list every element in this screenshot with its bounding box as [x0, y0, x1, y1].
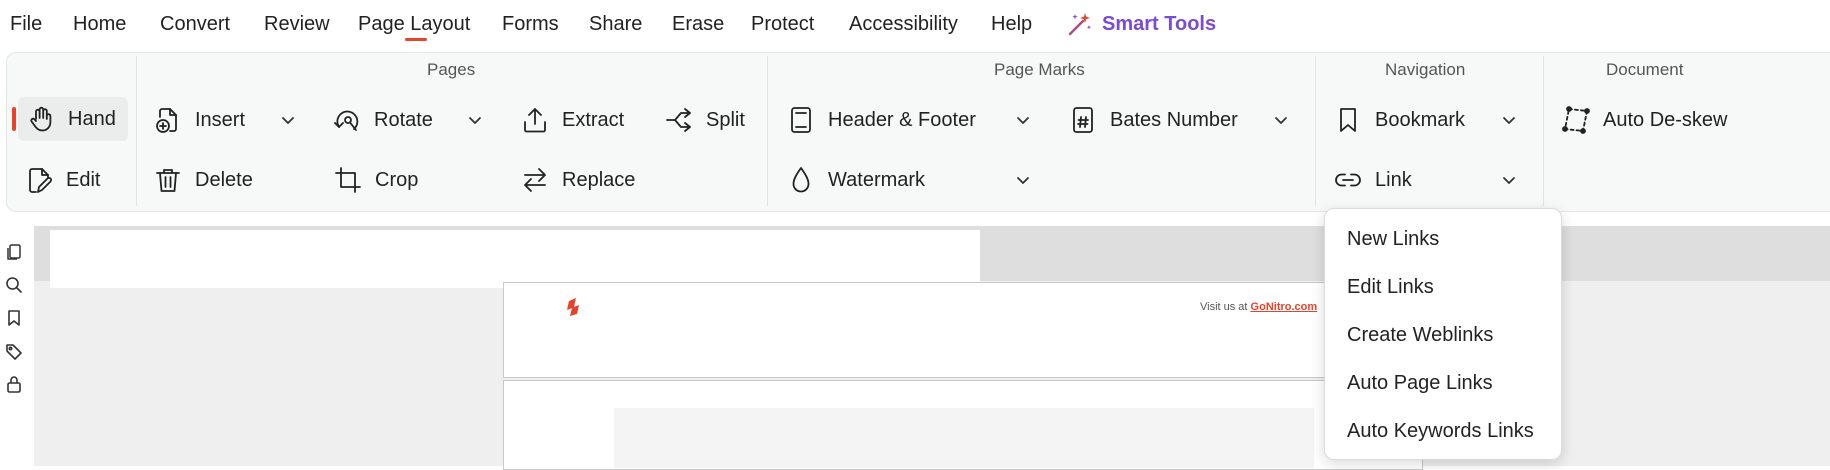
extract-label: Extract [562, 108, 625, 131]
bookmark-panel-icon[interactable] [4, 308, 24, 328]
insert-label: Insert [195, 108, 246, 131]
crop-button[interactable]: Crop [333, 158, 418, 202]
menu-smart-tools[interactable]: Smart Tools [1102, 12, 1216, 36]
menu-erase[interactable]: Erase [672, 12, 724, 36]
hand-icon [26, 104, 56, 134]
edit-label: Edit [66, 168, 101, 191]
delete-button[interactable]: Delete [153, 158, 253, 202]
group-title-navigation: Navigation [1385, 60, 1466, 79]
edit-button[interactable]: Edit [24, 158, 100, 202]
replace-label: Replace [562, 168, 636, 191]
link-button[interactable]: Link [1333, 158, 1412, 202]
bates-number-button[interactable]: Bates Number [1068, 98, 1238, 142]
menu-bar: File Home Convert Review Page Layout For… [0, 0, 1830, 48]
auto-deskew-label: Auto De-skew [1603, 108, 1728, 131]
group-title-document: Document [1606, 60, 1684, 79]
header-footer-chevron-down-icon[interactable] [1015, 112, 1031, 128]
magic-wand-icon [1066, 10, 1094, 38]
divider [767, 56, 768, 206]
website-link[interactable]: GoNitro.com [1251, 301, 1318, 313]
insert-chevron-down-icon[interactable] [280, 112, 296, 128]
menu-convert[interactable]: Convert [160, 12, 230, 36]
menu-forms[interactable]: Forms [502, 12, 559, 36]
visit-us-label: Visit us at [1200, 301, 1251, 313]
menu-review[interactable]: Review [264, 12, 330, 36]
lock-icon[interactable] [4, 374, 24, 394]
link-label: Link [1375, 168, 1412, 191]
crop-icon [333, 165, 363, 195]
active-tool-indicator [12, 107, 16, 131]
rotate-label: Rotate [374, 108, 433, 131]
delete-label: Delete [195, 168, 253, 191]
split-button[interactable]: Split [664, 98, 745, 142]
menu-file[interactable]: File [10, 12, 42, 36]
header-footer-button[interactable]: Header & Footer [786, 98, 976, 142]
group-title-page-marks: Page Marks [994, 60, 1085, 79]
active-menu-indicator [405, 38, 427, 41]
bates-number-icon [1068, 105, 1098, 135]
header-footer-label: Header & Footer [828, 108, 976, 131]
menu-item-auto-page-links[interactable]: Auto Page Links [1347, 369, 1493, 397]
nitro-logo-icon [563, 295, 585, 317]
tag-icon[interactable] [4, 341, 24, 361]
replace-button[interactable]: Replace [520, 158, 635, 202]
divider [136, 56, 137, 206]
deskew-icon [1561, 105, 1591, 135]
bates-number-label: Bates Number [1110, 108, 1238, 131]
document-page [503, 282, 1423, 378]
extract-icon [520, 105, 550, 135]
bookmark-label: Bookmark [1375, 108, 1466, 131]
menu-help[interactable]: Help [991, 12, 1032, 36]
split-icon [664, 105, 694, 135]
bookmark-icon [1333, 105, 1363, 135]
split-label: Split [706, 108, 745, 131]
hand-button[interactable]: Hand [18, 97, 128, 141]
auto-deskew-button[interactable]: Auto De-skew [1561, 98, 1728, 142]
hand-label: Hand [68, 107, 116, 130]
link-icon [1333, 165, 1363, 195]
crop-label: Crop [375, 168, 419, 191]
rotate-button[interactable]: Rotate [332, 98, 433, 142]
bookmark-button[interactable]: Bookmark [1333, 98, 1465, 142]
rotate-icon [332, 105, 362, 135]
bates-number-chevron-down-icon[interactable] [1273, 112, 1289, 128]
visit-us-text: Visit us at GoNitro.com [1200, 301, 1317, 313]
menu-protect[interactable]: Protect [751, 12, 814, 36]
trash-icon [153, 165, 183, 195]
search-icon[interactable] [4, 275, 24, 295]
menu-home[interactable]: Home [73, 12, 126, 36]
divider [1543, 56, 1544, 206]
extract-button[interactable]: Extract [520, 98, 624, 142]
menu-item-auto-keywords-links[interactable]: Auto Keywords Links [1347, 417, 1534, 445]
watermark-chevron-down-icon[interactable] [1015, 172, 1031, 188]
group-title-pages: Pages [427, 60, 476, 79]
link-chevron-down-icon[interactable] [1501, 172, 1517, 188]
insert-page-icon [153, 105, 183, 135]
document-tab[interactable] [50, 230, 980, 288]
left-sidebar [0, 230, 32, 466]
page-content-block [614, 408, 1314, 468]
watermark-button[interactable]: Watermark [786, 158, 925, 202]
insert-button[interactable]: Insert [153, 98, 245, 142]
pages-icon[interactable] [4, 242, 24, 262]
header-footer-icon [786, 105, 816, 135]
rotate-chevron-down-icon[interactable] [467, 112, 483, 128]
link-dropdown-menu: New Links Edit Links Create Weblinks Aut… [1324, 208, 1562, 460]
divider [1315, 56, 1316, 206]
menu-page-layout[interactable]: Page Layout [358, 12, 470, 36]
menu-accessibility[interactable]: Accessibility [849, 12, 958, 36]
watermark-label: Watermark [828, 168, 926, 191]
menu-item-edit-links[interactable]: Edit Links [1347, 273, 1434, 301]
menu-share[interactable]: Share [589, 12, 642, 36]
bookmark-chevron-down-icon[interactable] [1501, 112, 1517, 128]
menu-item-create-weblinks[interactable]: Create Weblinks [1347, 321, 1493, 349]
edit-document-icon [24, 165, 54, 195]
water-drop-icon [786, 165, 816, 195]
menu-item-new-links[interactable]: New Links [1347, 225, 1439, 253]
replace-arrows-icon [520, 165, 550, 195]
